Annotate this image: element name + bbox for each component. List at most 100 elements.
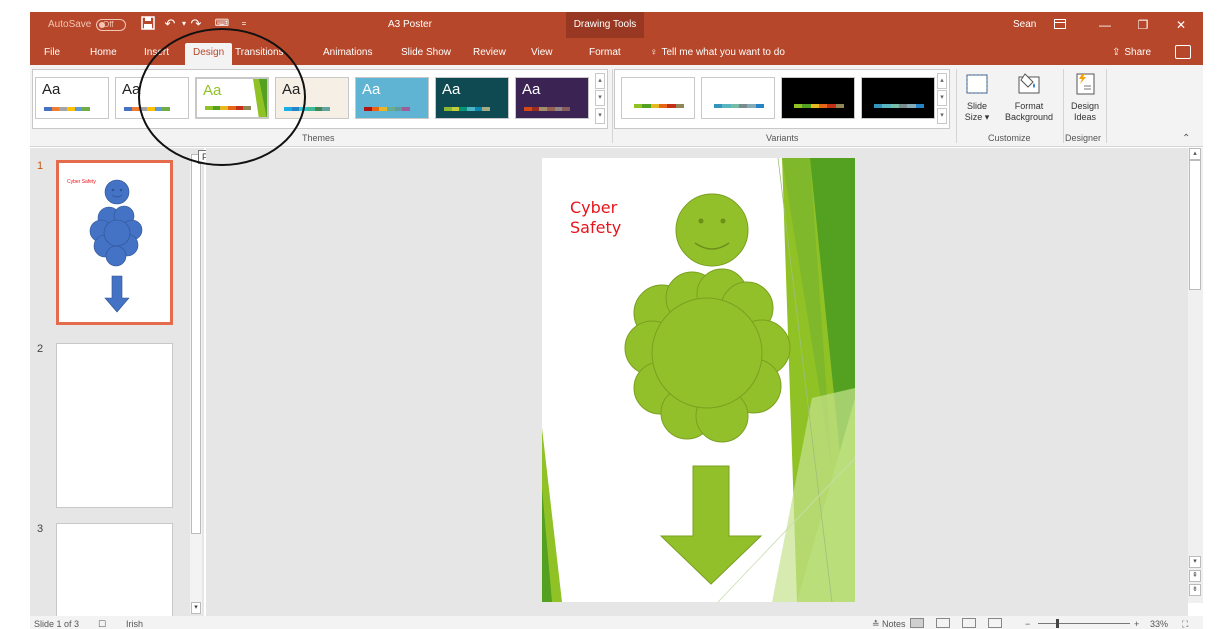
theme-color-swatch [524,107,571,111]
variants-scroll-up[interactable]: ▴ [937,73,947,89]
themes-scroll-up[interactable]: ▴ [595,73,605,89]
thumbnail-scrollbar[interactable]: ▾ [190,154,202,614]
tab-transitions[interactable]: Transitions [235,43,284,65]
variants-group-label: Variants [766,133,799,143]
customize-qat-icon[interactable]: = [236,16,252,32]
ribbon-design: Aa Aa Aa Aa Aa Aa Aa ▴ ▾ ▾ Themes ▴ ▾ ▾ … [30,65,1203,147]
tab-slide-show[interactable]: Slide Show [401,43,451,65]
theme-office[interactable]: Aa [35,77,109,119]
slide-thumbnail-3[interactable] [56,523,173,616]
normal-view-icon[interactable] [910,618,924,628]
tab-view[interactable]: View [531,43,553,65]
zoom-out-icon[interactable]: − [1025,619,1030,629]
design-ideas-button[interactable]: Design Ideas [1067,71,1103,123]
group-divider [1106,69,1107,143]
redo-icon[interactable]: ↷ [188,16,204,32]
themes-gallery: Aa Aa Aa Aa Aa Aa Aa ▴ ▾ ▾ [32,69,608,129]
variant-3[interactable] [781,77,855,119]
previous-slide-icon[interactable]: ⇞ [1189,570,1201,582]
themes-scroll-down[interactable]: ▾ [595,90,605,106]
slide-show-icon[interactable] [988,618,1002,628]
share-button[interactable]: ⇪ Share [1112,43,1151,63]
comments-icon[interactable] [1175,45,1191,59]
theme-label: Aa [282,81,301,98]
tab-insert[interactable]: Insert [144,43,169,65]
theme-organic[interactable]: Aa [435,77,509,119]
touch-mode-icon[interactable]: ⌨ [214,16,230,32]
theme-facet[interactable]: Aa [195,77,269,119]
slide-number: 2 [37,343,44,355]
theme-label: Aa [42,81,61,98]
autosave-toggle[interactable]: Off [96,19,126,31]
theme-color-swatch [364,107,411,111]
theme-integral[interactable]: Aa [275,77,349,119]
zoom-level[interactable]: 33% [1150,619,1168,629]
scroll-up-arrow[interactable]: ▴ [1189,148,1201,160]
slide-sorter-icon[interactable] [936,618,950,628]
scroll-down-arrow[interactable]: ▾ [1189,556,1201,568]
scrollbar-thumb[interactable] [191,154,201,534]
theme-color-swatch [44,107,91,111]
tab-design[interactable]: Design [185,43,233,65]
tab-file[interactable]: File [44,43,60,65]
theme-ion-boardroom[interactable]: Aa [355,77,429,119]
slide-thumbnail-2[interactable] [56,343,173,508]
current-slide[interactable]: Cyber Safety [542,158,855,602]
next-slide-icon[interactable]: ⇟ [1189,584,1201,596]
minimize-icon[interactable]: — [1088,12,1122,38]
variant-color-swatch [714,104,764,108]
close-icon[interactable]: ✕ [1164,12,1198,38]
theme-office-2[interactable]: Aa [115,77,189,119]
zoom-slider-thumb[interactable] [1056,619,1059,628]
variant-2[interactable] [701,77,775,119]
restore-icon[interactable]: ❐ [1126,12,1160,38]
zoom-in-icon[interactable]: + [1134,619,1139,629]
lightbulb-icon: ♀ [650,47,658,58]
variants-gallery: ▴ ▾ ▾ [614,69,950,129]
spelling-check-icon[interactable]: ☐ [98,619,106,629]
slide-editing-area: Cyber Safety [206,148,1188,616]
user-name[interactable]: Sean [1013,12,1036,38]
tell-me-search[interactable]: ♀ Tell me what you want to do [650,43,785,63]
contextual-tab-group: Drawing Tools [566,12,644,38]
theme-label: Aa [122,81,141,98]
tab-home[interactable]: Home [90,43,117,65]
collapse-ribbon-icon[interactable]: ⌃ [1182,133,1190,144]
tab-format[interactable]: Format [589,43,621,65]
facet-decoration [253,79,267,117]
format-background-button[interactable]: Format Background [998,71,1060,123]
fit-to-window-icon[interactable]: ⛶ [1182,619,1188,629]
cloud-shape [624,268,791,443]
customize-group-label: Customize [988,133,1031,143]
save-icon[interactable] [140,16,156,32]
notes-button[interactable]: ≛ Notes [872,619,906,629]
scrollbar-thumb[interactable] [1189,160,1201,290]
theme-retrospect[interactable]: Aa [515,77,589,119]
tab-review[interactable]: Review [473,43,506,65]
variant-color-swatch [794,104,844,108]
variant-1[interactable] [621,77,695,119]
ribbon-display-icon[interactable] [1043,12,1077,38]
slide-thumbnail-1[interactable]: Cyber Safety [56,160,173,325]
reading-view-icon[interactable] [962,618,976,628]
language-indicator[interactable]: Irish [126,619,143,629]
variants-scroll-down[interactable]: ▾ [937,90,947,106]
tab-animations[interactable]: Animations [323,43,372,65]
theme-color-swatch [284,107,331,111]
themes-more[interactable]: ▾ [595,108,605,124]
variants-more[interactable]: ▾ [937,108,947,124]
themes-group-label: Themes [302,133,335,143]
zoom-slider[interactable] [1038,623,1130,624]
status-bar: Slide 1 of 3 ☐ Irish ≛ Notes − + 33% ⛶ [30,616,1203,629]
scroll-down-arrow[interactable]: ▾ [191,602,201,614]
variant-4[interactable] [861,77,935,119]
thumb-figure [89,179,143,313]
document-title: A3 Poster [388,19,432,30]
slide-thumbnail-pane: 1 Cyber Safety 2 3 ▾ [30,148,204,616]
theme-label: Aa [362,81,381,98]
group-divider [612,69,613,143]
vertical-scrollbar[interactable]: ▴ ▾ ⇞ ⇟ [1188,148,1203,603]
design-ideas-label: Design Ideas [1070,101,1099,122]
slide-size-button[interactable]: Slide Size ▾ [962,71,992,123]
slide-figure [624,193,791,585]
